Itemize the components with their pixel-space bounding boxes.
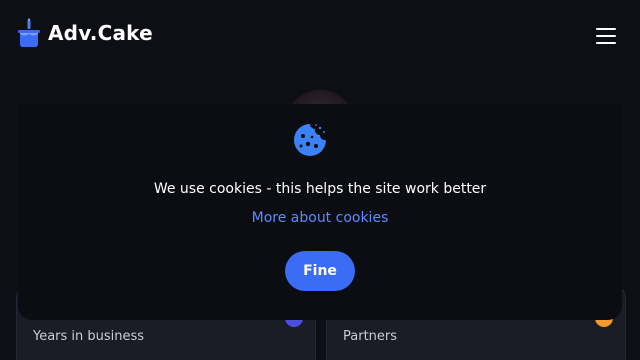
brand-name: Adv.Cake bbox=[48, 21, 153, 45]
hamburger-menu-icon bbox=[596, 28, 616, 30]
hamburger-menu-icon-bar bbox=[596, 42, 616, 44]
more-about-cookies-link[interactable]: More about cookies bbox=[0, 210, 640, 226]
stat-label: Years in business bbox=[33, 329, 145, 344]
page: Adv.Cake Years in business Partners We u… bbox=[0, 0, 640, 360]
cake-icon bbox=[18, 18, 40, 47]
cookie-message: We use cookies - this helps the site wor… bbox=[153, 181, 487, 197]
hamburger-menu-icon-bar bbox=[596, 35, 616, 37]
accept-cookies-button[interactable]: Fine bbox=[285, 251, 355, 291]
stat-label: Partners bbox=[343, 329, 398, 344]
header: Adv.Cake bbox=[0, 0, 640, 76]
cookie-icon bbox=[294, 124, 326, 156]
menu-button[interactable] bbox=[596, 24, 624, 48]
logo[interactable]: Adv.Cake bbox=[18, 18, 153, 48]
